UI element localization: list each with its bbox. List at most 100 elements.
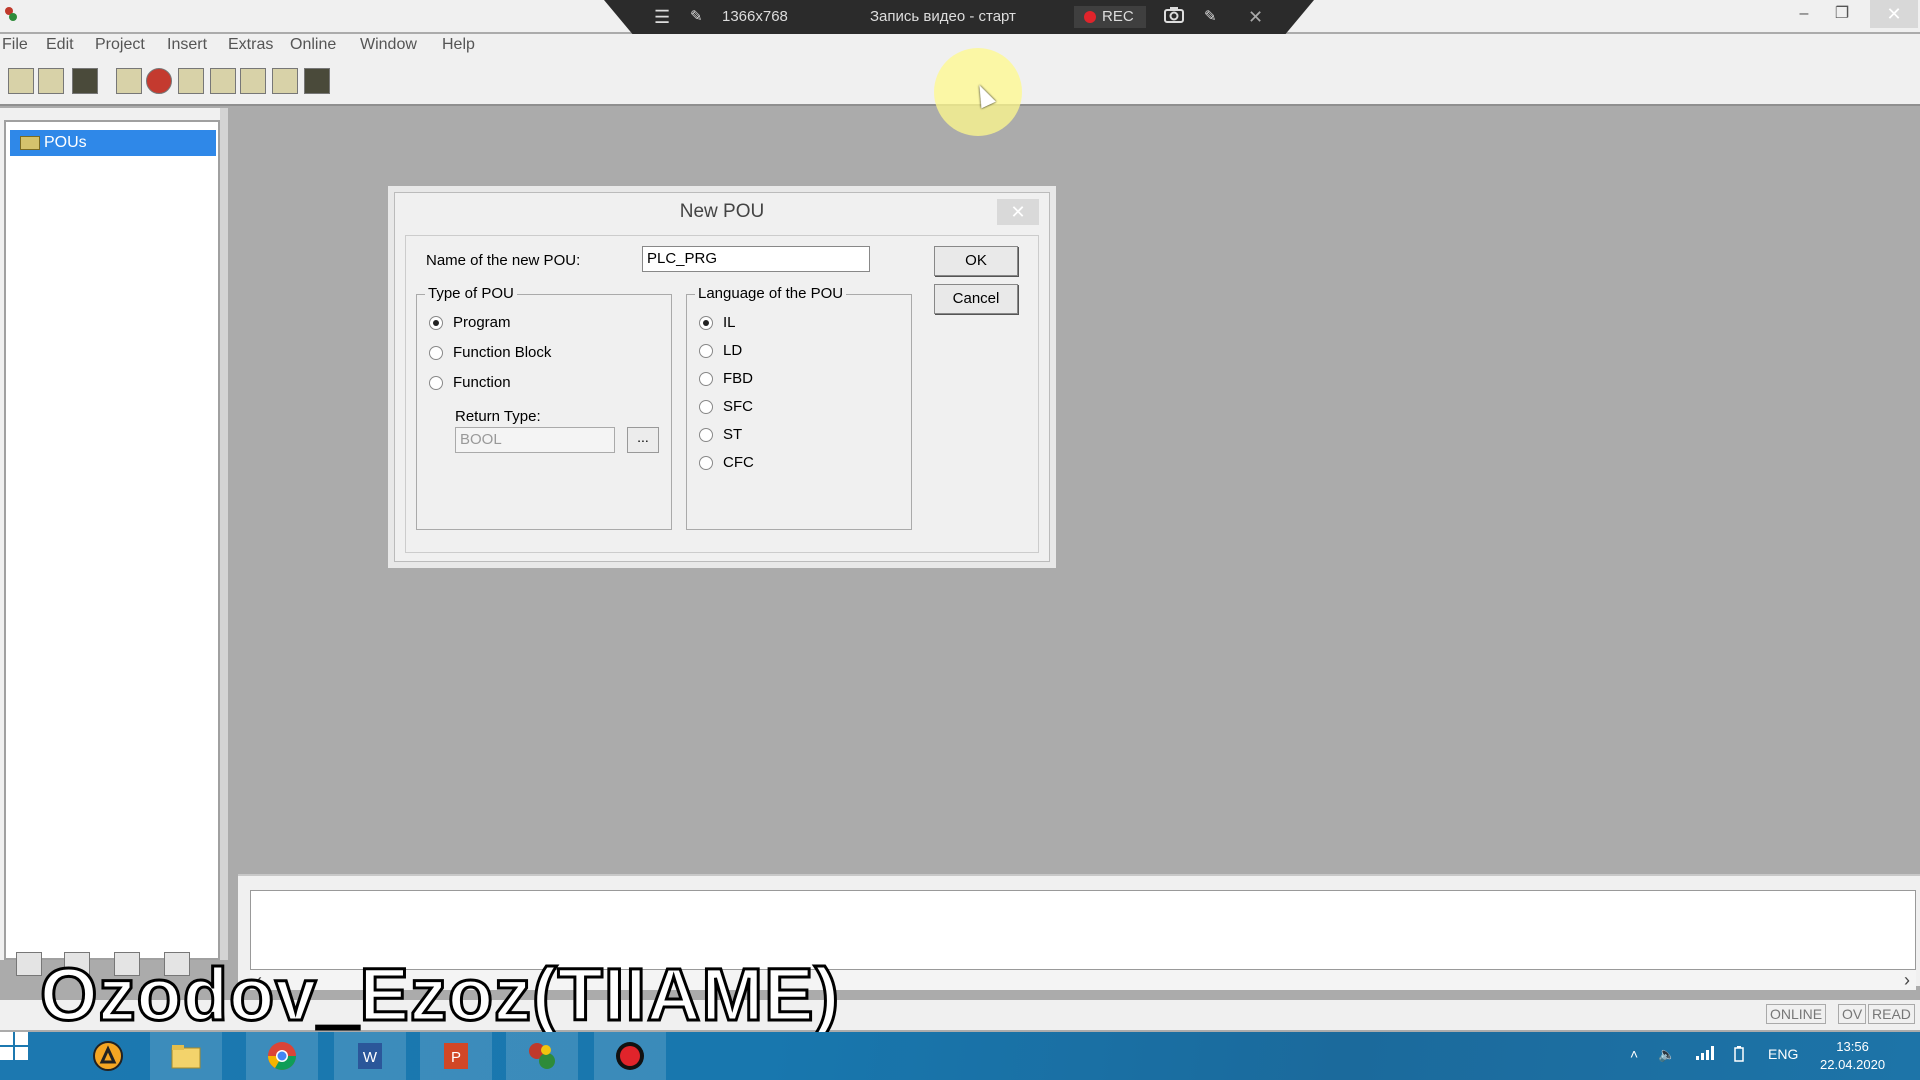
build-icon[interactable] — [178, 68, 204, 94]
language-of-pou-group: Language of the POU IL LD FBD SFC ST CFC — [686, 285, 912, 530]
new-pou-dialog: New POU ✕ Name of the new POU: PLC_PRG O… — [394, 192, 1050, 562]
explorer-icon — [171, 1045, 201, 1069]
scroll-right-icon[interactable]: › — [1904, 970, 1910, 991]
save-icon[interactable] — [72, 68, 98, 94]
start-icon — [0, 1032, 28, 1060]
battery-icon[interactable] — [1734, 1046, 1744, 1065]
radio-label: Function — [453, 374, 511, 391]
avast-icon — [93, 1041, 123, 1071]
tray-chevron-icon[interactable]: ˄ — [1630, 1046, 1638, 1062]
radio-selected-icon[interactable] — [699, 316, 713, 330]
radio-label: Function Block — [453, 344, 552, 361]
menu-window[interactable]: Window — [360, 36, 417, 54]
rec-label: REC — [1102, 8, 1134, 25]
ok-button[interactable]: OK — [934, 246, 1018, 276]
login-icon[interactable] — [304, 68, 330, 94]
dialog-body: Name of the new POU: PLC_PRG OK Cancel T… — [405, 235, 1039, 553]
radio-icon[interactable] — [699, 428, 713, 442]
menu-edit[interactable]: Edit — [46, 36, 74, 54]
stop-icon[interactable] — [146, 68, 172, 94]
word-icon: W — [358, 1043, 382, 1069]
language-indicator[interactable]: ENG — [1768, 1046, 1798, 1062]
menu-icon[interactable]: ☰ — [654, 6, 670, 28]
taskbar-chrome[interactable] — [246, 1032, 318, 1080]
recorder-resolution: 1366x768 — [722, 8, 788, 25]
camera-icon[interactable] — [1164, 6, 1184, 28]
recorder-toolbar: ☰ ✎ 1366x768 Запись видео - старт REC ✎ … — [604, 0, 1314, 34]
minimize-button[interactable]: – — [1784, 0, 1824, 28]
taskbar: W P ˄ 🔈 ENG 13:56 22.04.2020 — [0, 1032, 1920, 1080]
taskbar-explorer[interactable] — [150, 1032, 222, 1080]
return-type-input: BOOL — [455, 427, 615, 453]
dialog-close-button[interactable]: ✕ — [997, 199, 1039, 225]
menu-insert[interactable]: Insert — [167, 36, 207, 54]
svg-text:P: P — [451, 1049, 461, 1066]
pin-icon[interactable]: ✎ — [690, 6, 703, 28]
menu-file[interactable]: File — [2, 36, 28, 54]
svg-text:W: W — [363, 1049, 378, 1066]
radio-icon[interactable] — [699, 400, 713, 414]
radio-icon[interactable] — [699, 372, 713, 386]
radio-label: SFC — [723, 398, 753, 415]
recorder-close-icon[interactable]: ✕ — [1248, 6, 1263, 28]
radio-label: CFC — [723, 454, 754, 471]
type-of-pou-group: Type of POU Program Function Block Funct… — [416, 285, 672, 530]
start-button[interactable] — [0, 1032, 52, 1080]
network-icon[interactable] — [1696, 1046, 1714, 1063]
taskbar-codesys[interactable] — [506, 1032, 578, 1080]
language-group-title: Language of the POU — [695, 285, 847, 302]
type-group-title: Type of POU — [425, 285, 517, 302]
menu-extras[interactable]: Extras — [228, 36, 273, 54]
radio-label: ST — [723, 426, 743, 443]
radio-label: FBD — [723, 370, 753, 387]
download-icon[interactable] — [272, 68, 298, 94]
taskbar-recorder[interactable] — [594, 1032, 666, 1080]
taskbar-powerpoint[interactable]: P — [420, 1032, 492, 1080]
print-icon[interactable] — [116, 68, 142, 94]
dialog-title: New POU — [679, 201, 765, 222]
codesys-icon — [529, 1043, 555, 1069]
record-icon — [616, 1042, 644, 1070]
transfer-icon[interactable] — [240, 68, 266, 94]
volume-icon[interactable]: 🔈 — [1658, 1046, 1675, 1063]
close-window-button[interactable]: ✕ — [1870, 0, 1918, 28]
status-read: READ — [1868, 1004, 1915, 1024]
radio-label: LD — [723, 342, 743, 359]
watermark-text: Ozodov_Ezoz(TIIAME) — [38, 952, 841, 1038]
object-organizer: POUs — [0, 108, 228, 960]
clock-time: 13:56 — [1836, 1039, 1869, 1054]
radio-icon[interactable] — [699, 456, 713, 470]
pou-tree: POUs — [4, 120, 220, 960]
tree-item-pous[interactable]: POUs — [10, 130, 216, 156]
record-dot-icon — [1084, 11, 1096, 23]
codesys-app-icon — [4, 6, 18, 22]
status-online: ONLINE — [1766, 1004, 1827, 1024]
taskbar-avast[interactable] — [72, 1032, 144, 1080]
menu-project[interactable]: Project — [95, 36, 145, 54]
rec-button[interactable]: REC — [1074, 6, 1146, 28]
menu-help[interactable]: Help — [442, 36, 475, 54]
taskbar-word[interactable]: W — [334, 1032, 406, 1080]
recorder-title: Запись видео - старт — [870, 8, 1016, 25]
status-ov: OV — [1838, 1004, 1867, 1024]
new-icon[interactable] — [8, 68, 34, 94]
menu-online[interactable]: Online — [290, 36, 336, 54]
radio-icon[interactable] — [429, 346, 443, 360]
cancel-button[interactable]: Cancel — [934, 284, 1018, 314]
radio-selected-icon[interactable] — [429, 316, 443, 330]
copy-icon[interactable] — [210, 68, 236, 94]
radio-icon[interactable] — [699, 344, 713, 358]
chrome-icon — [268, 1042, 296, 1070]
radio-label: Program — [453, 314, 511, 331]
tab-pous[interactable] — [16, 952, 42, 976]
open-icon[interactable] — [38, 68, 64, 94]
tree-item-label: POUs — [44, 134, 87, 151]
clock-date: 22.04.2020 — [1820, 1057, 1886, 1072]
radio-icon[interactable] — [429, 376, 443, 390]
restore-button[interactable]: ❐ — [1822, 0, 1862, 28]
clock[interactable]: 13:56 22.04.2020 — [1820, 1038, 1885, 1074]
pen-icon[interactable]: ✎ — [1204, 6, 1217, 28]
pou-name-input[interactable]: PLC_PRG — [642, 246, 870, 272]
radio-label: IL — [723, 314, 736, 331]
return-type-browse-button: ... — [627, 427, 659, 453]
